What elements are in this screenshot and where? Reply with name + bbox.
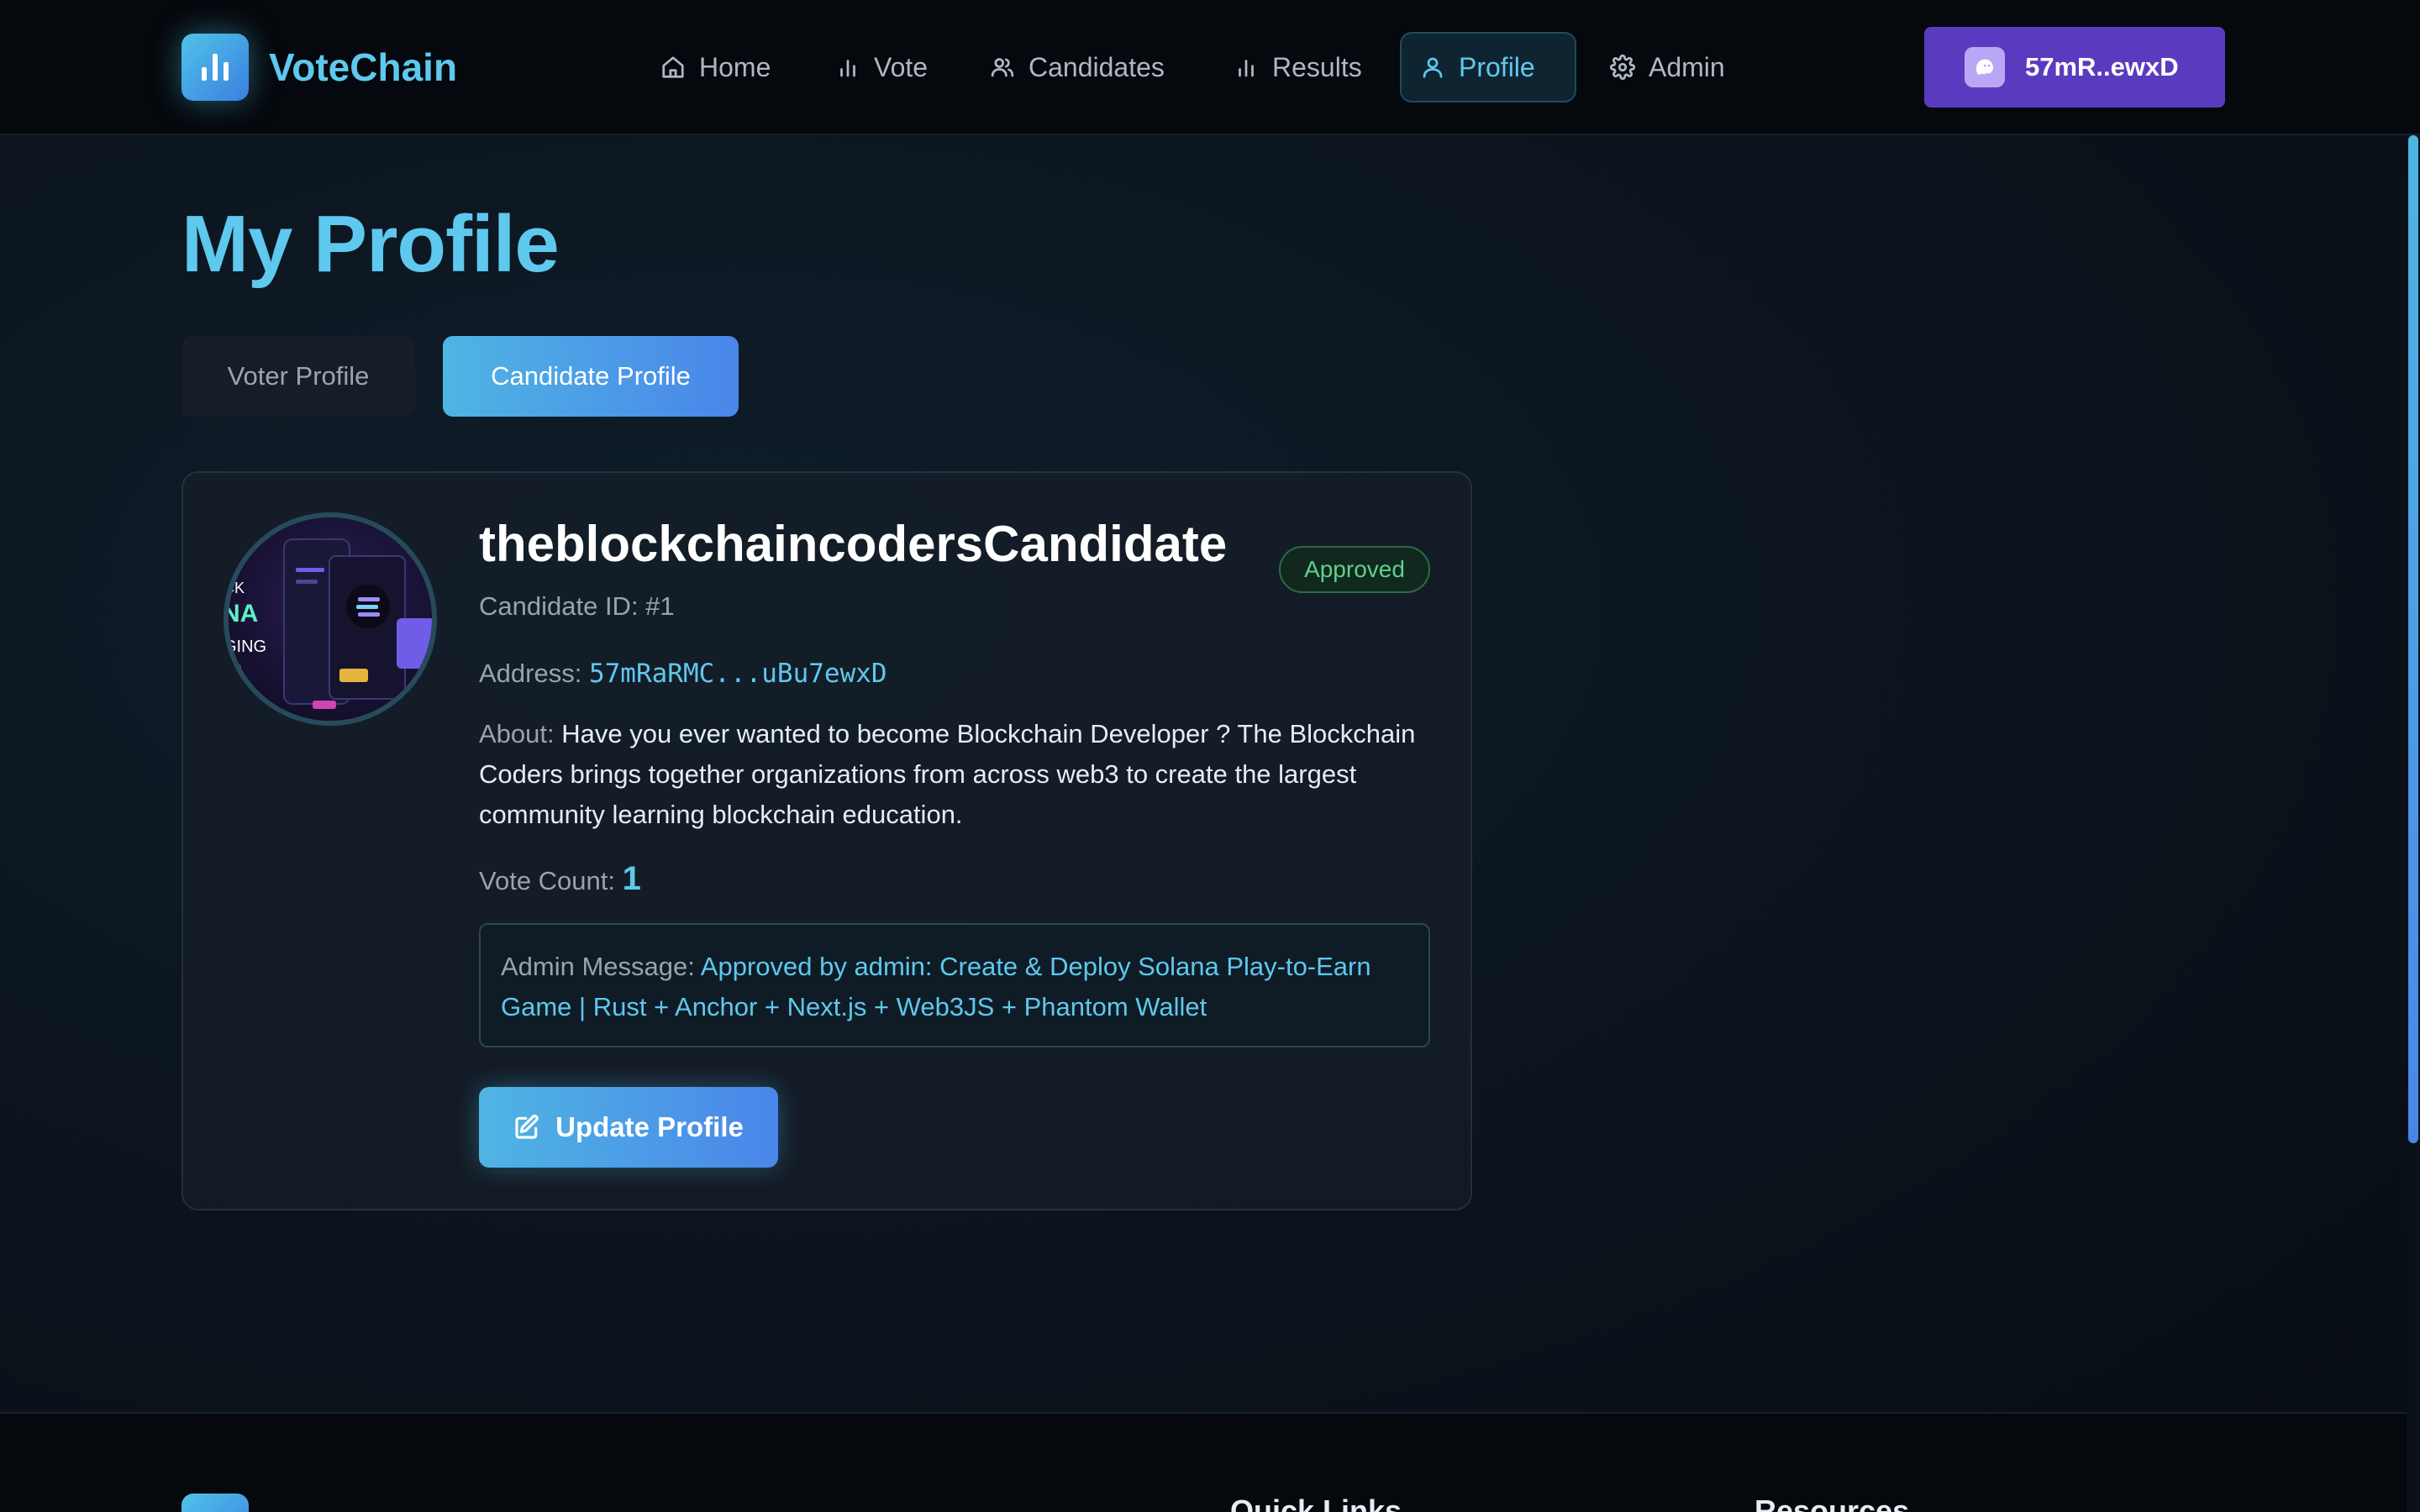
home-icon (662, 56, 684, 78)
nav-profile-label: Profile (1459, 51, 1535, 82)
vote-count-row: Vote Count: 1 (479, 860, 641, 898)
bar-chart-icon (1239, 60, 1254, 77)
scrollbar-thumb[interactable] (2408, 135, 2418, 1143)
nav-vote[interactable]: Vote (817, 32, 946, 102)
candidate-avatar: CK NA GING P (224, 512, 437, 726)
candidate-address-row: Address: 57mRaRMC...uBu7ewxD (479, 659, 887, 689)
nav-home[interactable]: Home (642, 32, 789, 102)
user-icon (1423, 57, 1443, 78)
candidate-about-row: About: Have you ever wanted to become Bl… (479, 714, 1428, 835)
candidate-about: Have you ever wanted to become Blockchai… (479, 719, 1416, 829)
avatar-art-line1: CK (229, 580, 245, 596)
nav-results[interactable]: Results (1215, 32, 1381, 102)
vote-count-value: 1 (622, 860, 641, 897)
phantom-ghost-icon (1965, 47, 2005, 87)
bar-chart-icon (840, 60, 855, 77)
avatar-art-line2: NA (229, 600, 258, 627)
nav-admin[interactable]: Admin (1591, 32, 1744, 102)
brand-name[interactable]: VoteChain (269, 42, 457, 92)
update-profile-label: Update Profile (555, 1111, 744, 1142)
candidate-name: theblockchaincodersCandidate (479, 516, 1228, 572)
nav-admin-label: Admin (1649, 51, 1725, 82)
admin-message-label: Admin Message: (501, 952, 695, 981)
footer-logo-icon[interactable] (182, 1494, 249, 1512)
footer (0, 1412, 2420, 1512)
footer-heading-resources: Resources (1754, 1494, 1910, 1512)
nav-results-label: Results (1272, 51, 1362, 82)
tab-candidate-profile[interactable]: Candidate Profile (443, 336, 739, 417)
nav-home-label: Home (699, 51, 771, 82)
admin-message-box: Admin Message: Approved by admin: Create… (479, 923, 1430, 1047)
nav-profile[interactable]: Profile (1400, 32, 1576, 102)
nav-candidates[interactable]: Candidates (971, 32, 1183, 102)
wallet-address: 57mR..ewxD (2025, 52, 2179, 81)
address-label: Address: (479, 659, 582, 688)
page-title: My Profile (182, 199, 560, 289)
update-profile-button[interactable]: Update Profile (479, 1087, 778, 1168)
logo-icon[interactable] (182, 34, 249, 101)
users-icon (991, 58, 1014, 77)
tab-voter-profile[interactable]: Voter Profile (182, 336, 415, 417)
candidate-id: Candidate ID: #1 (479, 591, 675, 621)
nav-candidates-label: Candidates (1028, 51, 1165, 82)
wallet-button[interactable]: 57mR..ewxD (1924, 27, 2225, 108)
edit-icon (515, 1114, 539, 1139)
about-label: About: (479, 719, 555, 748)
candidate-address[interactable]: 57mRaRMC...uBu7ewxD (589, 659, 887, 689)
avatar-art-line3: GING (229, 638, 266, 656)
status-badge: Approved (1279, 546, 1430, 593)
vote-count-label: Vote Count: (479, 866, 616, 895)
nav-vote-label: Vote (874, 51, 929, 82)
footer-heading-quick-links: Quick Links (1230, 1494, 1402, 1512)
gear-icon (1610, 55, 1635, 80)
